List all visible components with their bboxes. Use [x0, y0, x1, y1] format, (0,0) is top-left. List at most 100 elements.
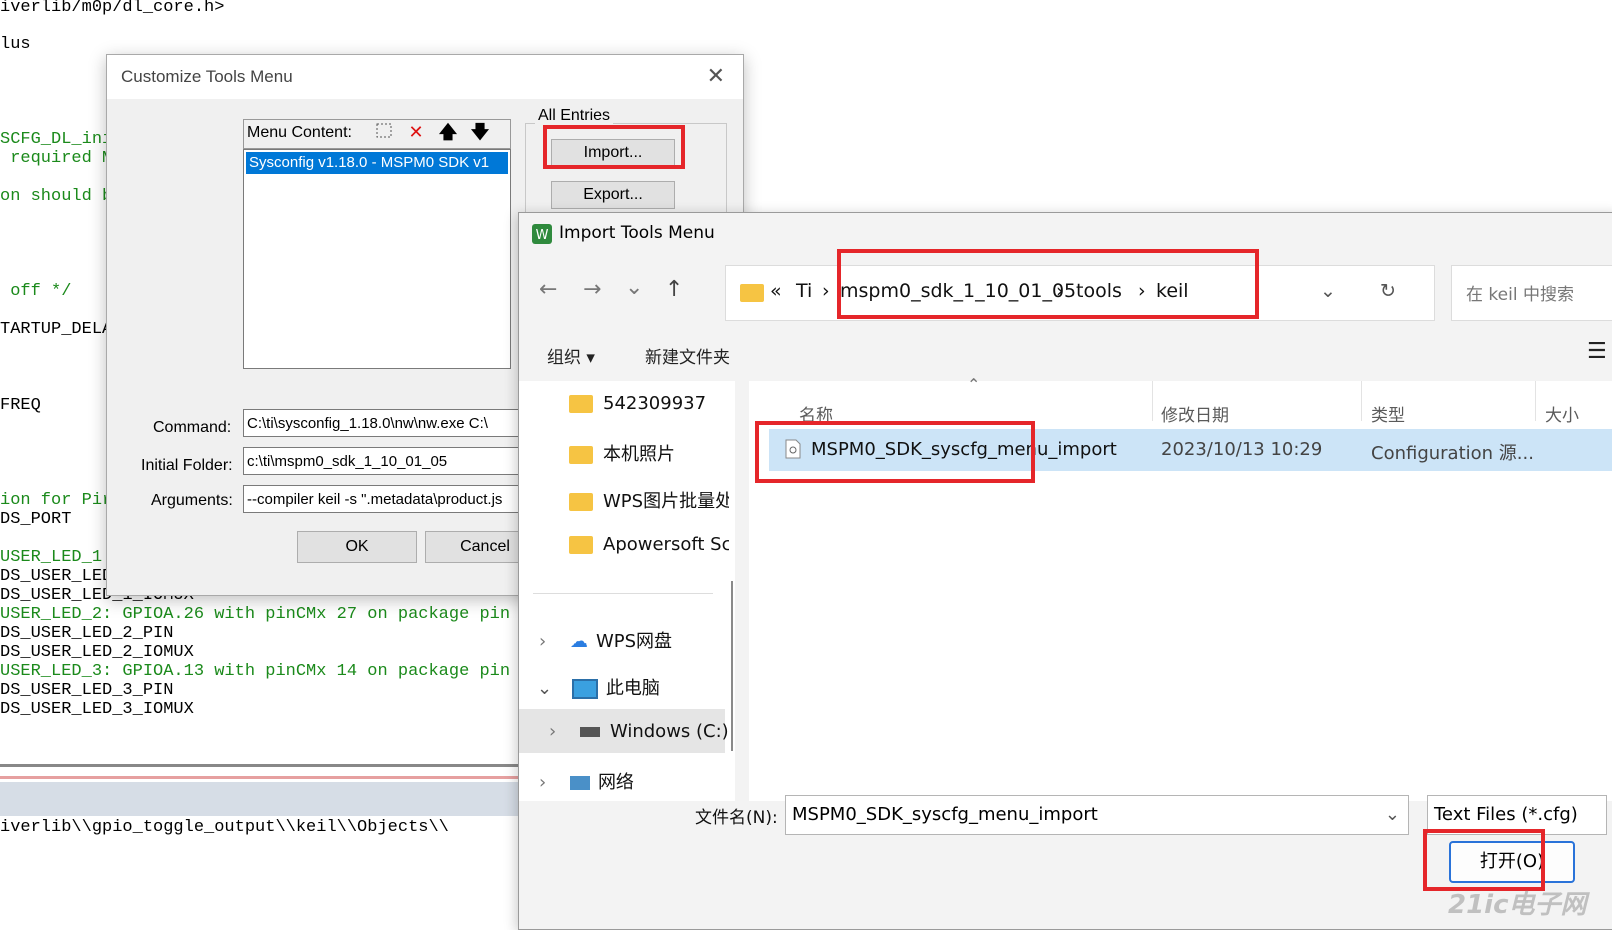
nav-item-label: Windows (C:) [609, 721, 729, 742]
arguments-label: Arguments: [151, 492, 233, 509]
organize-menu[interactable]: 组织 ▾ [547, 343, 595, 368]
nav-scrollbar[interactable] [731, 581, 733, 751]
folder-icon [569, 493, 593, 511]
nav-item-wps-cloud[interactable]: › ☁ WPS网盘 [539, 627, 672, 653]
address-dropdown-icon[interactable]: ⌄ [1320, 280, 1336, 302]
highlight-box-import [543, 125, 685, 169]
nav-item-label: 网络 [597, 772, 634, 790]
new-folder-button[interactable]: 新建文件夹 [645, 343, 730, 368]
code-line: DS_USER_LED_2_PIN [0, 624, 174, 643]
code-line: iverlib/m0p/dl_core.h> [0, 0, 225, 17]
chevron-right-icon[interactable]: › [539, 631, 546, 652]
nav-item-windows-drive[interactable]: › Windows (C:) [549, 721, 729, 742]
highlight-box-file [755, 421, 1035, 483]
chevron-down-icon[interactable]: ⌄ [537, 678, 552, 699]
nav-item-folder[interactable]: 542309937 [569, 393, 706, 414]
menu-content-list[interactable]: Sysconfig v1.18.0 - MSPM0 SDK v1 [243, 149, 511, 369]
arguments-field[interactable]: --compiler keil -s ".metadata\product.js [243, 485, 533, 513]
code-line: FREQ [0, 396, 41, 415]
output-panel-header [0, 782, 520, 816]
search-input[interactable]: 在 keil 中搜索 [1451, 265, 1612, 321]
code-line: required M [0, 149, 113, 168]
file-date: 2023/10/13 10:29 [1161, 439, 1323, 460]
code-line: USER_LED_2: GPIOA.26 with pinCMx 27 on p… [0, 605, 511, 624]
menu-content-item[interactable]: Sysconfig v1.18.0 - MSPM0 SDK v1 [246, 152, 508, 174]
network-icon [569, 776, 590, 790]
nav-item-label: 此电脑 [605, 678, 660, 699]
chevron-right-icon[interactable]: › [549, 721, 556, 742]
initial-folder-field[interactable]: c:\ti\mspm0_sdk_1_10_01_05 [243, 447, 533, 475]
folder-icon [569, 536, 593, 554]
code-line: DS_USER_LED_2_IOMUX [0, 643, 194, 662]
delete-icon[interactable]: ✕ [401, 120, 431, 146]
command-field[interactable]: C:\ti\sysconfig_1.18.0\nw\nw.exe C:\ [243, 409, 533, 437]
close-icon[interactable]: ✕ [707, 64, 725, 89]
column-divider[interactable] [1361, 381, 1362, 421]
code-line: ion for Pir [0, 491, 113, 510]
refresh-icon[interactable]: ↻ [1380, 280, 1396, 302]
column-header-size[interactable]: 大小 [1545, 401, 1579, 426]
import-tools-menu-dialog: W Import Tools Menu ← → ⌄ ↑ « Ti › mspm0… [518, 212, 1612, 930]
breadcrumb-overflow[interactable]: « [770, 280, 782, 302]
nav-item-folder[interactable]: Apowersoft Sc [569, 534, 729, 555]
code-line: on should b [0, 187, 113, 206]
breadcrumb-item[interactable]: Ti [796, 280, 812, 302]
filename-label: 文件名(N): [695, 808, 778, 828]
all-entries-label: All Entries [535, 107, 614, 125]
code-line: DS_USER_LED_3_IOMUX [0, 700, 194, 719]
editor-divider [0, 776, 520, 779]
cloud-icon: ☁ [569, 631, 588, 652]
nav-item-folder[interactable]: 本机照片 [569, 440, 675, 466]
code-line: TARTUP_DELA [0, 320, 113, 339]
drive-icon [579, 727, 600, 737]
view-options-icon[interactable]: ☰ [1587, 339, 1607, 364]
navigation-pane[interactable]: 542309937 本机照片 WPS图片批量处 Apowersoft Sc › … [519, 381, 735, 801]
code-line: DS_USER_LED_3_PIN [0, 681, 174, 700]
code-line: SCFG_DL_ini [0, 130, 113, 149]
nav-item-label: 542309937 [603, 393, 707, 414]
code-line: lus [0, 35, 31, 54]
move-up-icon[interactable]: 🡅 [433, 120, 463, 146]
move-down-icon[interactable]: 🡇 [465, 120, 495, 146]
column-divider[interactable] [1152, 381, 1153, 421]
chevron-down-icon[interactable]: ⌄ [1385, 796, 1400, 834]
nav-item-folder[interactable]: WPS图片批量处 [569, 487, 729, 513]
back-icon[interactable]: ← [539, 277, 557, 302]
nav-divider [533, 593, 713, 594]
code-line: USER_LED_3: GPIOA.13 with pinCMx 14 on p… [0, 662, 511, 681]
ok-button[interactable]: OK [297, 531, 417, 563]
svg-text:W: W [536, 228, 549, 243]
sort-indicator-icon: ⌃ [967, 375, 981, 394]
folder-icon [569, 395, 593, 413]
up-icon[interactable]: ↑ [665, 277, 683, 302]
menu-content-label: Menu Content: [247, 124, 352, 141]
nav-item-label: WPS网盘 [595, 631, 673, 652]
export-button[interactable]: Export... [551, 181, 675, 209]
chevron-right-icon[interactable]: › [539, 772, 546, 790]
computer-icon [571, 679, 598, 699]
dialog-title: Import Tools Menu [559, 223, 715, 243]
nav-item-label: WPS图片批量处 [603, 491, 729, 512]
code-line: off */ [0, 282, 72, 301]
build-output-line: iverlib\\gpio_toggle_output\\keil\\Objec… [0, 818, 449, 837]
command-label: Command: [153, 419, 232, 436]
column-divider[interactable] [1535, 381, 1536, 421]
file-type: Configuration 源... [1371, 443, 1534, 464]
nav-item-network[interactable]: › 网络 [539, 768, 634, 790]
nav-item-label: 本机照片 [603, 444, 675, 465]
initial-folder-label: Initial Folder: [141, 457, 233, 474]
highlight-box-path [837, 249, 1259, 319]
dialog-title: Customize Tools Menu [121, 67, 293, 86]
filename-value: MSPM0_SDK_syscfg_menu_import [792, 804, 1098, 825]
dialog-titlebar: Customize Tools Menu ✕ [107, 55, 743, 99]
column-header-type[interactable]: 类型 [1371, 401, 1405, 426]
new-item-icon[interactable] [369, 120, 399, 146]
column-header-date[interactable]: 修改日期 [1161, 401, 1229, 426]
filename-input[interactable]: MSPM0_SDK_syscfg_menu_import ⌄ [785, 795, 1409, 835]
nav-item-label: Apowersoft Sc [603, 534, 729, 555]
breadcrumb-separator[interactable]: › [822, 280, 830, 302]
forward-icon[interactable]: → [583, 277, 601, 302]
highlight-box-open [1423, 829, 1545, 891]
nav-item-this-pc[interactable]: ⌄ 此电脑 [537, 674, 660, 700]
recent-locations-icon[interactable]: ⌄ [625, 275, 643, 300]
